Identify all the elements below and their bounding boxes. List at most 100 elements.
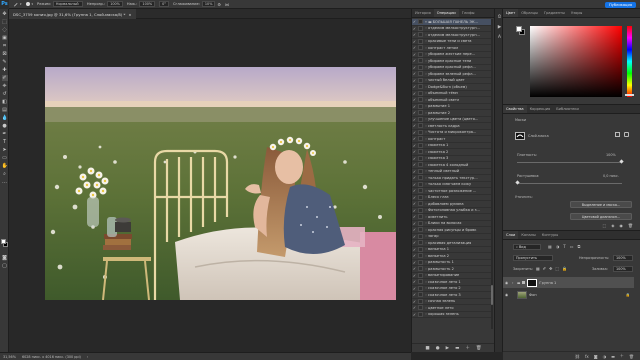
gradient-tool-icon[interactable]: ▤ [2, 107, 8, 113]
tab-actions[interactable]: Операции [433, 9, 459, 17]
dialog-toggle-icon[interactable] [418, 84, 423, 90]
tab-color[interactable]: Цвет [503, 9, 519, 17]
object-select-tool-icon[interactable]: ▣ [2, 35, 8, 41]
delete-icon[interactable]: 🗑 [476, 346, 482, 351]
history-brush-tool-icon[interactable]: ↺ [2, 91, 8, 97]
dialog-toggle-icon[interactable] [418, 233, 423, 239]
document-canvas-image[interactable] [45, 67, 396, 300]
checkmark-icon[interactable]: ✓ [412, 208, 417, 213]
move-tool-icon[interactable]: ✥ [2, 11, 8, 17]
eraser-tool-icon[interactable]: ◧ [2, 99, 8, 105]
dialog-toggle-icon[interactable] [418, 97, 423, 103]
glyphs-panel-icon[interactable]: A [497, 35, 502, 40]
dialog-toggle-icon[interactable] [418, 136, 423, 142]
checkmark-icon[interactable]: ✓ [412, 201, 417, 206]
marquee-tool-icon[interactable]: ⬚ [2, 19, 8, 25]
checkmark-icon[interactable]: ✓ [412, 149, 417, 154]
dialog-toggle-icon[interactable] [418, 240, 423, 246]
checkmark-icon[interactable]: ✓ [412, 188, 417, 193]
dialog-toggle-icon[interactable] [418, 259, 423, 265]
lock-transparent-icon[interactable]: ▦ [536, 266, 540, 271]
checkmark-icon[interactable]: ✓ [412, 273, 417, 278]
checkmark-icon[interactable]: ✓ [412, 45, 417, 50]
checkmark-icon[interactable]: ✓ [412, 227, 417, 232]
feather-slider[interactable] [517, 183, 622, 184]
checkmark-icon[interactable]: ✓ [412, 260, 417, 265]
layer-style-icon[interactable]: fx [585, 354, 589, 359]
delete-layer-icon[interactable]: 🗑 [629, 354, 634, 359]
fill-field[interactable]: 100% [613, 266, 633, 272]
dialog-toggle-icon[interactable] [418, 123, 423, 129]
dialog-toggle-icon[interactable] [418, 305, 423, 311]
new-set-icon[interactable]: ▬ [455, 346, 459, 351]
checkmark-icon[interactable]: ✓ [412, 123, 417, 128]
layer-opacity-field[interactable]: 100% [613, 255, 633, 261]
zoom-level[interactable]: 31,56% [3, 355, 16, 359]
dialog-toggle-icon[interactable] [418, 298, 423, 304]
type-tool-icon[interactable]: T [2, 139, 8, 145]
healing-brush-tool-icon[interactable]: ✚ [2, 67, 8, 73]
zoom-tool-icon[interactable]: ⌕ [2, 171, 8, 177]
photoshop-logo-icon[interactable]: Ps [0, 0, 9, 9]
dialog-toggle-icon[interactable] [418, 162, 423, 168]
layer-row-background[interactable]: ◉ Фон 🔒 [503, 289, 634, 300]
action-item[interactable]: ✓ › хорошая зелень [412, 311, 491, 318]
dialog-toggle-icon[interactable] [418, 175, 423, 181]
checkmark-icon[interactable]: ✓ [412, 26, 417, 31]
mask-thumbnail[interactable] [515, 132, 525, 140]
close-tab-icon[interactable]: × [128, 12, 131, 17]
tab-swatches[interactable]: Образцы [518, 9, 541, 17]
checkmark-icon[interactable]: ✓ [412, 32, 417, 37]
actions-panel-icon[interactable]: ▶ [497, 25, 502, 30]
lock-artboard-icon[interactable]: ⬚ [556, 266, 560, 271]
checkmark-icon[interactable]: ✓ [412, 182, 417, 187]
lasso-tool-icon[interactable]: ◌ [2, 27, 8, 33]
checkmark-icon[interactable]: ✓ [412, 195, 417, 200]
layer-mask-thumbnail[interactable] [527, 278, 538, 287]
checkmark-icon[interactable]: ✓ [412, 292, 417, 297]
dialog-toggle-icon[interactable] [418, 266, 423, 272]
foreground-color-swatch[interactable] [1, 239, 6, 244]
record-icon[interactable]: ● [436, 346, 440, 351]
rectangle-tool-icon[interactable]: ▭ [2, 155, 8, 161]
tab-glyphs[interactable]: Глифы [459, 9, 478, 17]
link-icon[interactable] [522, 281, 526, 284]
density-slider-handle[interactable] [619, 159, 624, 164]
layer-thumbnail[interactable] [517, 290, 527, 299]
dialog-toggle-icon[interactable] [418, 110, 423, 116]
dialog-toggle-icon[interactable] [418, 103, 423, 109]
chevron-right-icon[interactable]: › [512, 281, 515, 285]
brush-tool-icon[interactable]: ✐ [1, 75, 8, 81]
stop-icon[interactable]: ■ [425, 346, 429, 351]
opacity-field[interactable]: 100% [107, 1, 123, 7]
feather-value[interactable]: 0,0 пикс. [603, 174, 619, 178]
play-icon[interactable]: ▶ [446, 346, 449, 351]
blend-mode-dropdown[interactable]: Пропустить [513, 255, 553, 261]
tab-paths[interactable]: Контуры [539, 231, 561, 239]
pressure-field[interactable]: 100% [139, 1, 156, 7]
angle-field[interactable]: 0° [159, 1, 169, 7]
tab-patterns[interactable]: Узоры [568, 9, 585, 17]
blur-tool-icon[interactable]: 💧 [2, 115, 8, 121]
share-button[interactable]: Публикация [605, 1, 636, 8]
dialog-toggle-icon[interactable] [418, 214, 423, 220]
dialog-toggle-icon[interactable] [418, 188, 423, 194]
density-value[interactable]: 100% [606, 153, 616, 157]
vector-mask-icon[interactable] [624, 132, 629, 137]
new-action-icon[interactable]: ＋ [465, 345, 470, 351]
dialog-toggle-icon[interactable] [418, 207, 423, 213]
disable-mask-icon[interactable]: ◉ [619, 223, 623, 228]
layer-row-group[interactable]: ◉ › ▬ Группа 1 [503, 277, 634, 288]
document-tab[interactable]: DSC_3759 копия.jpg @ 31,6% (Группа 1, Сл… [9, 9, 136, 19]
history-panel-icon[interactable]: ⏲ [497, 15, 502, 20]
color-range-button[interactable]: Цветовой диапазон... [570, 213, 632, 220]
dialog-toggle-icon[interactable] [418, 246, 423, 252]
checkmark-icon[interactable]: ✓ [412, 52, 417, 57]
apply-mask-icon[interactable]: ◈ [611, 223, 614, 228]
tab-libraries[interactable]: Библиотеки [553, 105, 582, 113]
dialog-toggle-icon[interactable] [418, 32, 423, 38]
hue-slider-handle[interactable] [625, 94, 634, 96]
checkmark-icon[interactable]: ✓ [412, 65, 417, 70]
dialog-toggle-icon[interactable] [418, 25, 423, 31]
brush-tool-preset[interactable]: ▾ [13, 2, 22, 7]
